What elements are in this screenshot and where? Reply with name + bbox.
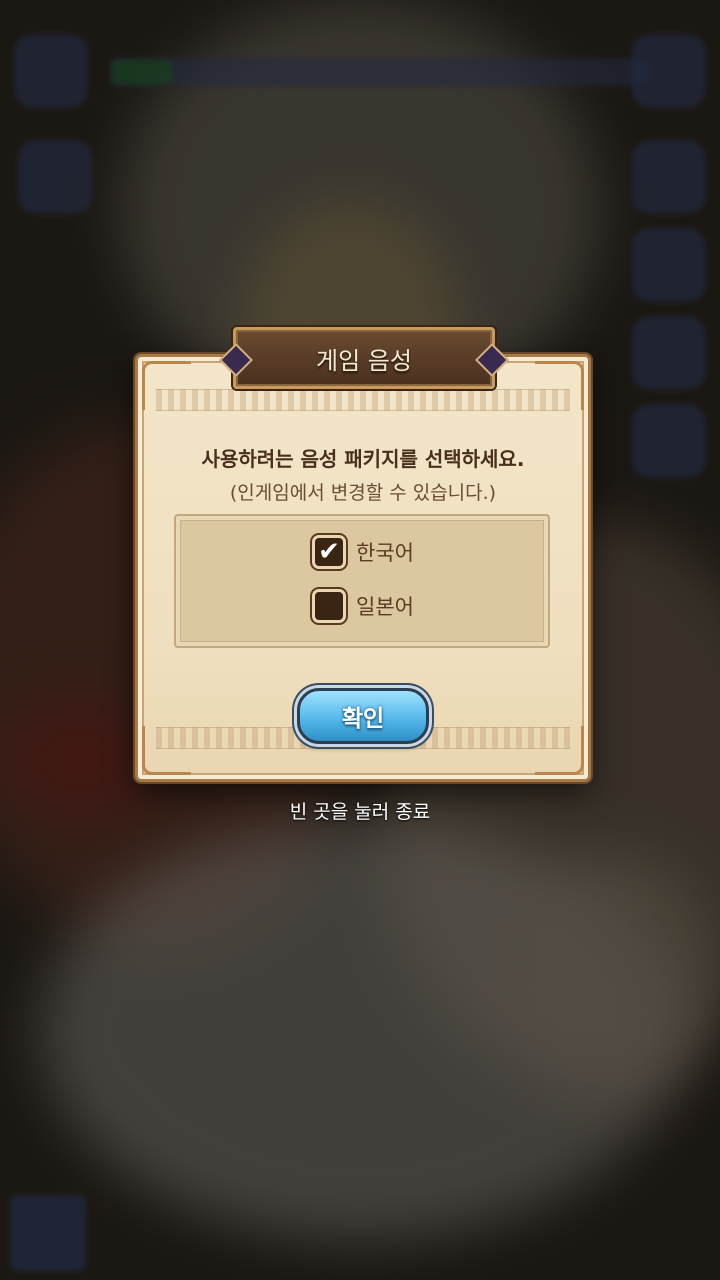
dialog-title: 게임 음성 <box>316 346 412 375</box>
ornament-corner-icon <box>142 361 191 410</box>
ornament-corner-icon <box>535 361 584 410</box>
option-japanese[interactable]: 일본어 <box>312 586 414 626</box>
option-label: 한국어 <box>356 541 414 565</box>
ornament-corner-icon <box>142 726 191 775</box>
confirm-button[interactable]: 확인 <box>297 688 429 744</box>
checkbox-empty-icon[interactable] <box>312 589 346 623</box>
dialog-title-banner: 게임 음성 <box>219 327 509 389</box>
option-korean[interactable]: ✔ 한국어 <box>312 532 414 572</box>
tap-outside-hint: 빈 곳을 눌러 종료 <box>289 801 431 823</box>
dialog-message: 사용하려는 음성 패키지를 선택하세요. <box>201 447 525 471</box>
dialog-ornament-top <box>156 389 570 411</box>
confirm-button-label: 확인 <box>341 706 385 732</box>
dialog-sub-message: (인게임에서 변경할 수 있습니다.) <box>229 482 497 504</box>
option-label: 일본어 <box>356 595 414 619</box>
ornament-corner-icon <box>535 726 584 775</box>
screen: 게임 음성 사용하려는 음성 패키지를 선택하세요. (인게임에서 변경할 수 … <box>0 0 720 1280</box>
check-icon[interactable]: ✔ <box>312 535 346 569</box>
